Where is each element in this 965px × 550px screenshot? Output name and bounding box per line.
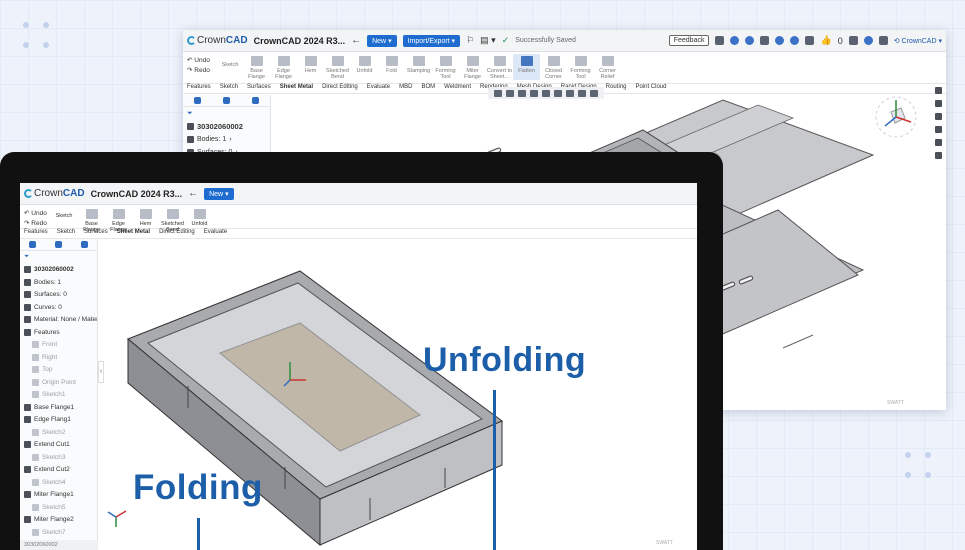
folded-box-model: [127, 270, 503, 547]
decor-dot: [43, 22, 49, 28]
axis-triad: [283, 362, 306, 387]
decor-dot: [43, 42, 49, 48]
folding-app-window: Crown CAD CrownCAD 2024 R3... ← New ▾ ↶ U…: [20, 183, 697, 550]
folding-pointer: [197, 518, 200, 550]
decor-dot: [925, 472, 931, 478]
folding-caption: Folding: [133, 468, 263, 507]
unfolding-pointer: [493, 390, 496, 550]
origin-triad: [107, 510, 127, 527]
decor-dot: [23, 22, 29, 28]
decor-dot: [925, 452, 931, 458]
unfolding-caption: Unfolding: [423, 341, 587, 379]
decor-dot: [905, 452, 911, 458]
decor-dot: [23, 42, 29, 48]
decor-dot: [905, 472, 911, 478]
